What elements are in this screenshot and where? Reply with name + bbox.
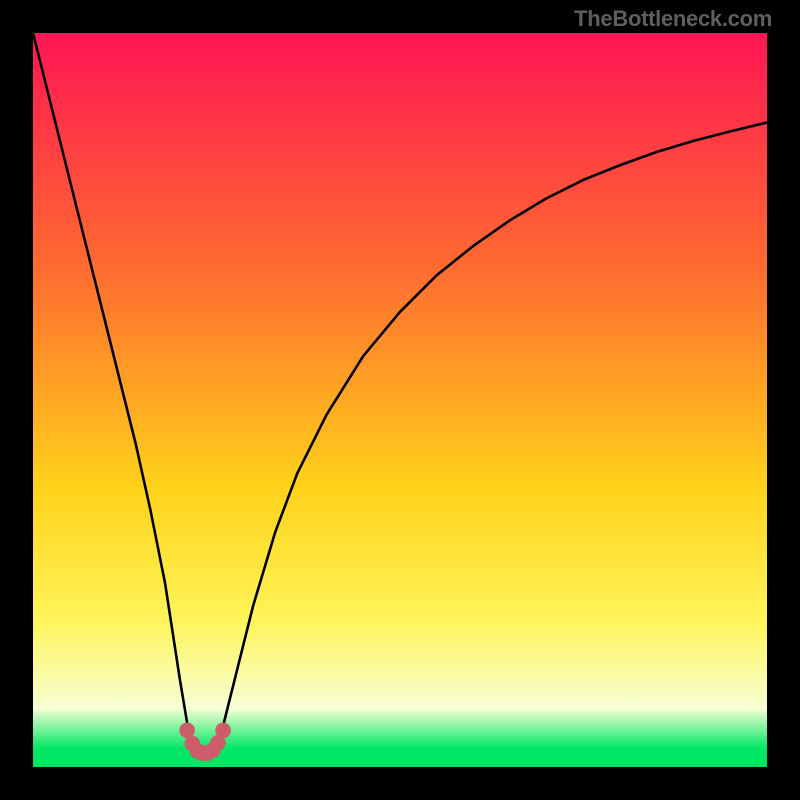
gradient-background [33,33,767,767]
watermark-text: TheBottleneck.com [574,6,772,32]
chart-frame: TheBottleneck.com [0,0,800,800]
plot-area [33,33,767,767]
marker-dot [215,723,231,739]
chart-svg [33,33,767,767]
